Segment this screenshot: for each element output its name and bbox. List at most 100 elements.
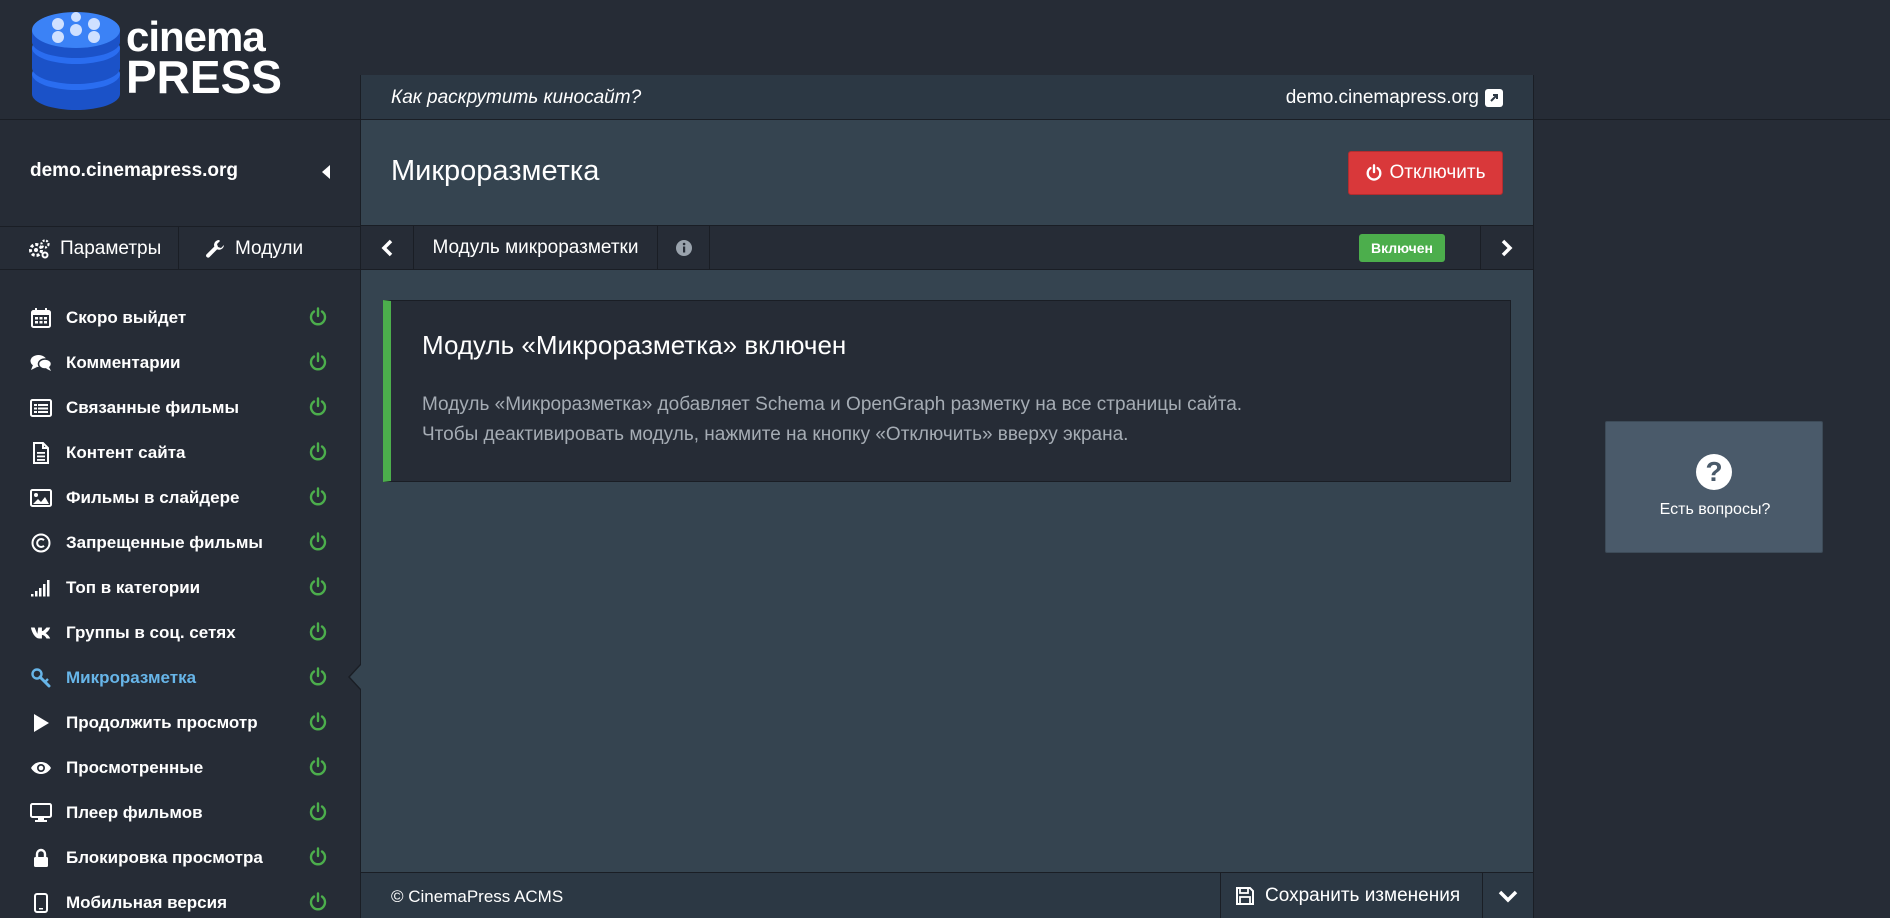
sidebar-item-related-movies[interactable]: Связанные фильмы: [0, 385, 360, 430]
gears-icon: [29, 238, 50, 258]
page-title: Микроразметка: [391, 155, 600, 187]
power-icon: [1367, 164, 1382, 181]
copyright: © CinemaPress ACMS: [391, 887, 564, 906]
file-icon: [30, 441, 52, 464]
logo-text: cinema PRESS: [126, 16, 282, 103]
power-icon[interactable]: [308, 352, 328, 372]
sidebar-item-view-lock[interactable]: Блокировка просмотра: [0, 835, 360, 880]
save-button[interactable]: Сохранить изменения: [1220, 873, 1482, 918]
tab-parameters-label: Параметры: [60, 237, 162, 259]
tab-modules[interactable]: Модули: [179, 227, 360, 270]
eye-icon: [30, 757, 52, 779]
prev-module-button[interactable]: [361, 226, 414, 269]
wrench-icon: [206, 239, 224, 258]
sidebar-item-slider-movies[interactable]: Фильмы в слайдере: [0, 475, 360, 520]
module-tab-label[interactable]: Модуль микроразметки: [414, 226, 658, 269]
power-icon[interactable]: [308, 892, 328, 912]
comments-icon: [30, 352, 52, 374]
disable-button[interactable]: Отключить: [1348, 151, 1503, 195]
main-top-bar: Как раскрутить киносайт? demo.cinemapres…: [361, 75, 1533, 120]
power-icon[interactable]: [308, 442, 328, 462]
sidebar-item-social-groups[interactable]: Группы в соц. сетях: [0, 610, 360, 655]
sidebar-item-microdata[interactable]: Микроразметка: [0, 655, 360, 700]
sidebar-item-label: Топ в категории: [66, 577, 201, 597]
info-icon: [675, 239, 692, 256]
site-name: demo.cinemapress.org: [30, 160, 239, 181]
save-button-label: Сохранить изменения: [1265, 884, 1461, 906]
sidebar-item-label: Контент сайта: [66, 442, 186, 462]
status-badge: Включен: [1359, 234, 1445, 262]
help-widget[interactable]: ? Есть вопросы?: [1605, 421, 1823, 553]
save-icon: [1236, 886, 1254, 905]
sidebar-item-label: Связанные фильмы: [66, 397, 240, 417]
sidebar-item-label: Плеер фильмов: [66, 802, 203, 822]
power-icon[interactable]: [308, 802, 328, 822]
sidebar-item-coming-soon[interactable]: Скоро выйдет: [0, 295, 360, 340]
help-label: Есть вопросы?: [1659, 501, 1771, 518]
power-icon[interactable]: [308, 757, 328, 777]
active-item-pointer-inner: [350, 665, 361, 689]
callout-text-1: Модуль «Микроразметка» добавляет Schema …: [422, 394, 1243, 415]
callout-title: Модуль «Микроразметка» включен: [422, 330, 847, 360]
sidebar-item-label: Микроразметка: [66, 667, 197, 687]
sidebar-item-mobile-version[interactable]: Мобильная версия: [0, 880, 360, 918]
signal-icon: [30, 577, 52, 599]
power-icon[interactable]: [308, 712, 328, 732]
sidebar-tabs: Параметры Модули: [0, 226, 360, 270]
chevron-down-icon: [1498, 890, 1518, 902]
sidebar-item-label: Группы в соц. сетях: [66, 622, 236, 642]
info-button[interactable]: [658, 226, 710, 269]
expand-button[interactable]: [1482, 873, 1533, 918]
caret-left-icon[interactable]: [322, 165, 330, 179]
film-reel-stack-icon: [32, 12, 120, 110]
site-selector[interactable]: demo.cinemapress.org: [30, 160, 330, 184]
copyright-icon: [30, 532, 52, 554]
sidebar-item-site-content[interactable]: Контент сайта: [0, 430, 360, 475]
logo[interactable]: cinema PRESS: [30, 8, 282, 114]
main-footer: © CinemaPress ACMS Сохранить изменения: [361, 872, 1533, 918]
sidebar-item-top-in-category[interactable]: Топ в категории: [0, 565, 360, 610]
question-icon: ?: [1696, 454, 1732, 490]
power-icon[interactable]: [308, 487, 328, 507]
sidebar-item-label: Запрещенные фильмы: [66, 532, 263, 552]
sidebar-item-movie-player[interactable]: Плеер фильмов: [0, 790, 360, 835]
external-link-icon: [1485, 89, 1503, 107]
sidebar-item-comments[interactable]: Комментарии: [0, 340, 360, 385]
sidebar-item-banned-movies[interactable]: Запрещенные фильмы: [0, 520, 360, 565]
sidebar-item-viewed[interactable]: Просмотренные: [0, 745, 360, 790]
power-icon[interactable]: [308, 622, 328, 642]
tab-parameters[interactable]: Параметры: [0, 227, 179, 270]
power-icon[interactable]: [308, 847, 328, 867]
lock-icon: [30, 847, 52, 869]
promo-link[interactable]: Как раскрутить киносайт?: [391, 87, 641, 109]
sidebar-item-label: Просмотренные: [66, 757, 204, 777]
wrench-icon: [30, 667, 52, 689]
sidebar-item-continue-watching[interactable]: Продолжить просмотр: [0, 700, 360, 745]
sidebar-item-label: Скоро выйдет: [66, 307, 187, 327]
power-icon[interactable]: [308, 397, 328, 417]
sidebar-item-label: Блокировка просмотра: [66, 847, 263, 867]
mobile-icon: [30, 892, 52, 914]
monitor-icon: [30, 802, 52, 824]
logo-line-2: PRESS: [126, 51, 282, 103]
power-icon[interactable]: [308, 667, 328, 687]
main-panel: Как раскрутить киносайт? demo.cinemapres…: [360, 75, 1534, 918]
image-icon: [30, 487, 52, 509]
site-link[interactable]: demo.cinemapress.org: [1286, 87, 1503, 109]
disable-button-label: Отключить: [1389, 162, 1486, 183]
power-icon[interactable]: [308, 577, 328, 597]
power-icon[interactable]: [308, 307, 328, 327]
calendar-icon: [30, 307, 52, 329]
module-tabbar: Модуль микроразметки Включен: [361, 225, 1533, 270]
sidebar-item-label: Фильмы в слайдере: [66, 487, 240, 507]
module-status-callout: Модуль «Микроразметка» включен Модуль «М…: [383, 300, 1511, 482]
power-icon[interactable]: [308, 532, 328, 552]
chevron-right-icon: [1501, 239, 1513, 256]
play-icon: [30, 712, 52, 734]
module-menu: Скоро выйдет Комментарии Связанные фильм…: [0, 295, 360, 918]
tab-modules-label: Модули: [235, 237, 304, 259]
site-link-label: demo.cinemapress.org: [1285, 87, 1479, 108]
next-module-button[interactable]: [1480, 226, 1533, 269]
sidebar-item-label: Комментарии: [66, 352, 181, 372]
callout-text-2: Чтобы деактивировать модуль, нажмите на …: [422, 424, 1129, 445]
